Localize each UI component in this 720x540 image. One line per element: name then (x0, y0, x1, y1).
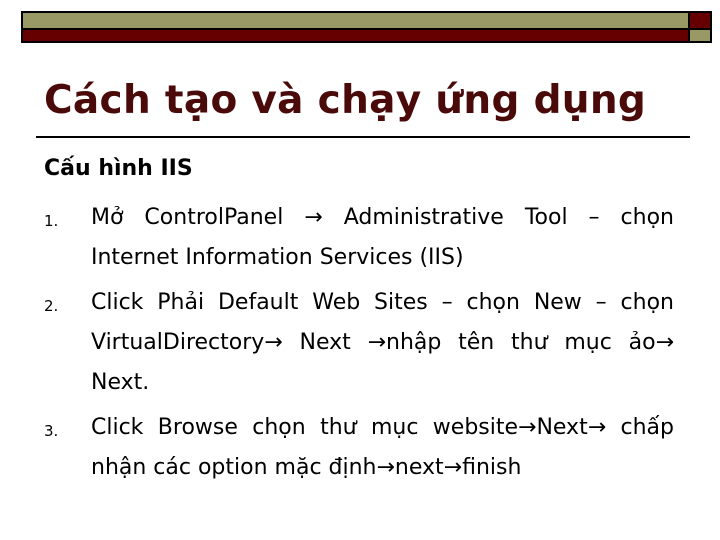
step-item: 3. Click Browse chọn thư mục website→Nex… (44, 408, 674, 488)
title-underline (36, 136, 690, 138)
step-text: Click Phải Default Web Sites – chọn New … (91, 290, 674, 395)
step-number: 3. (44, 422, 59, 440)
steps-list: 1. Mở ControlPanel → Administrative Tool… (44, 198, 674, 493)
step-number: 1. (44, 212, 59, 230)
header-corner-square-bottom (688, 28, 712, 43)
step-text: Click Browse chọn thư mục website→Next→ … (91, 415, 674, 480)
step-number: 2. (44, 297, 59, 315)
step-item: 1. Mở ControlPanel → Administrative Tool… (44, 198, 674, 278)
section-heading: Cấu hình IIS (44, 156, 193, 181)
header-bar-bottom (21, 28, 690, 43)
slide-title: Cách tạo và chạy ứng dụng (44, 78, 647, 123)
step-text: Mở ControlPanel → Administrative Tool – … (91, 205, 674, 270)
step-item: 2. Click Phải Default Web Sites – chọn N… (44, 283, 674, 403)
